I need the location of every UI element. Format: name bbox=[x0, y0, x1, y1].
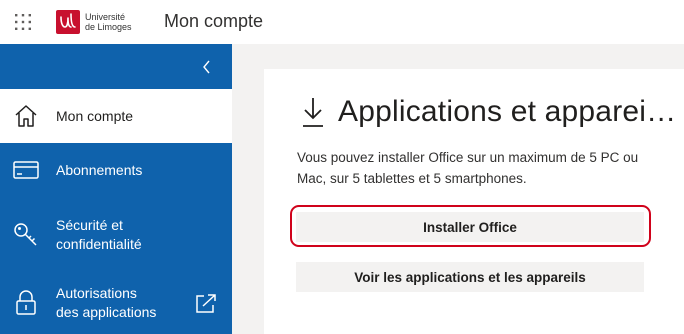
sidebar-item-mon-compte[interactable]: Mon compte bbox=[0, 89, 232, 143]
install-office-button[interactable]: Installer Office bbox=[296, 212, 644, 242]
credit-card-icon bbox=[12, 156, 40, 184]
apps-devices-card: Applications et apparei… Vous pouvez ins… bbox=[264, 69, 684, 334]
app-launcher-icon[interactable] bbox=[13, 12, 33, 32]
card-title: Applications et apparei… bbox=[338, 95, 677, 128]
sidebar-collapse-row bbox=[0, 44, 232, 89]
sidebar-item-autorisations[interactable]: Autorisations des applications bbox=[0, 272, 232, 334]
sidebar-item-label: Autorisations des applications bbox=[56, 285, 157, 320]
university-name: Université de Limoges bbox=[85, 12, 132, 32]
university-logo-mark bbox=[56, 10, 80, 34]
chevron-left-icon[interactable] bbox=[196, 56, 218, 78]
sidebar-item-label: Abonnements bbox=[56, 161, 143, 178]
card-description: Vous pouvez installer Office sur un maxi… bbox=[297, 150, 639, 186]
download-icon bbox=[300, 95, 326, 129]
university-logo[interactable]: Université de Limoges bbox=[56, 8, 132, 36]
top-bar: Université de Limoges Mon compte bbox=[0, 0, 684, 44]
key-icon bbox=[12, 221, 40, 249]
card-header: Applications et apparei… bbox=[300, 95, 676, 129]
sidebar-item-abonnements[interactable]: Abonnements bbox=[0, 143, 232, 197]
home-icon bbox=[12, 102, 40, 130]
lock-icon bbox=[12, 289, 40, 317]
app-title[interactable]: Mon compte bbox=[164, 11, 263, 32]
sidebar-item-label: Mon compte bbox=[56, 107, 134, 124]
sidebar-nav: Mon compte Abonnements Sécurité et confi… bbox=[0, 44, 232, 334]
external-link-icon[interactable] bbox=[194, 292, 218, 314]
sidebar-item-label: Sécurité et confidentialité bbox=[56, 216, 142, 252]
sidebar-item-securite[interactable]: Sécurité et confidentialité bbox=[0, 197, 232, 272]
view-apps-devices-button[interactable]: Voir les applications et les appareils bbox=[296, 262, 644, 292]
